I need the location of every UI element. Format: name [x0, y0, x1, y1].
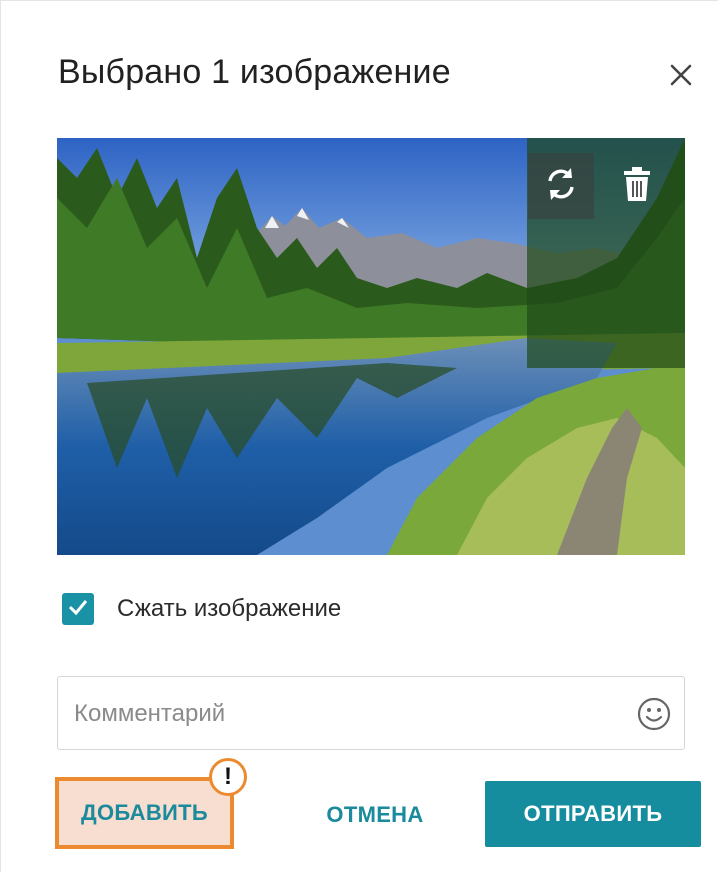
- comment-input[interactable]: [72, 677, 616, 751]
- emoji-icon: [636, 697, 672, 736]
- close-icon: [663, 57, 699, 93]
- checkmark-icon: [66, 595, 90, 624]
- compress-image-option[interactable]: Сжать изображение: [62, 591, 341, 627]
- cancel-button-label: ОТМЕНА: [326, 802, 424, 827]
- add-button-label: ДОБАВИТЬ: [81, 800, 208, 825]
- delete-image-button[interactable]: [604, 153, 670, 219]
- compress-checkbox[interactable]: [62, 593, 94, 625]
- comment-field[interactable]: [57, 676, 685, 751]
- send-button-label: ОТПРАВИТЬ: [523, 801, 663, 826]
- warning-badge: !: [209, 758, 247, 796]
- dialog-title: Выбрано 1 изображение: [58, 53, 451, 91]
- image-send-dialog: Выбрано 1 изображение Сжать изображение …: [0, 0, 718, 872]
- compress-label: Сжать изображение: [117, 595, 342, 622]
- trash-icon: [622, 166, 652, 207]
- add-button[interactable]: ДОБАВИТЬ: [55, 777, 234, 849]
- rotate-icon: [542, 165, 580, 208]
- emoji-button[interactable]: [636, 696, 672, 732]
- close-button[interactable]: [663, 57, 699, 93]
- rotate-image-button[interactable]: [528, 153, 594, 219]
- cancel-button[interactable]: ОТМЕНА: [319, 783, 431, 847]
- send-button[interactable]: ОТПРАВИТЬ: [485, 781, 701, 847]
